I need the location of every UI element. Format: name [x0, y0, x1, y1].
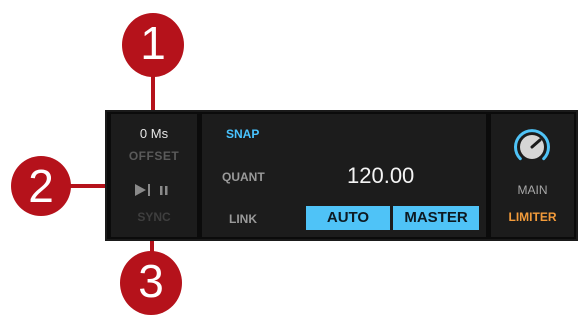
snap-button[interactable]: SNAP	[226, 127, 259, 141]
limiter-button[interactable]: LIMITER	[491, 210, 574, 224]
link-button[interactable]: LINK	[229, 212, 257, 226]
master-button[interactable]: MASTER	[393, 206, 479, 230]
callout-badge-1: 1	[122, 13, 184, 77]
sync-button[interactable]: SYNC	[111, 210, 197, 224]
callout-badge-2: 2	[11, 156, 71, 216]
output-section: MAIN LIMITER	[491, 114, 574, 237]
volume-knob-icon[interactable]	[511, 126, 553, 168]
play-pause-icon[interactable]	[133, 182, 177, 198]
mixer-panel: 0 Ms OFFSET SYNC SNAP QUANT 120.00 LINK …	[105, 110, 578, 241]
offset-label: OFFSET	[128, 149, 180, 163]
deck-offset-section: 0 Ms OFFSET SYNC	[111, 114, 197, 237]
callout-badge-3: 3	[120, 251, 182, 315]
quant-button[interactable]: QUANT	[222, 170, 265, 184]
tempo-bpm-display[interactable]: 120.00	[347, 163, 414, 189]
main-volume-label: MAIN	[517, 183, 548, 197]
auto-button[interactable]: AUTO	[306, 206, 390, 230]
tempo-section: SNAP QUANT 120.00 LINK AUTO MASTER	[202, 114, 486, 237]
offset-value[interactable]: 0 Ms	[111, 126, 197, 141]
